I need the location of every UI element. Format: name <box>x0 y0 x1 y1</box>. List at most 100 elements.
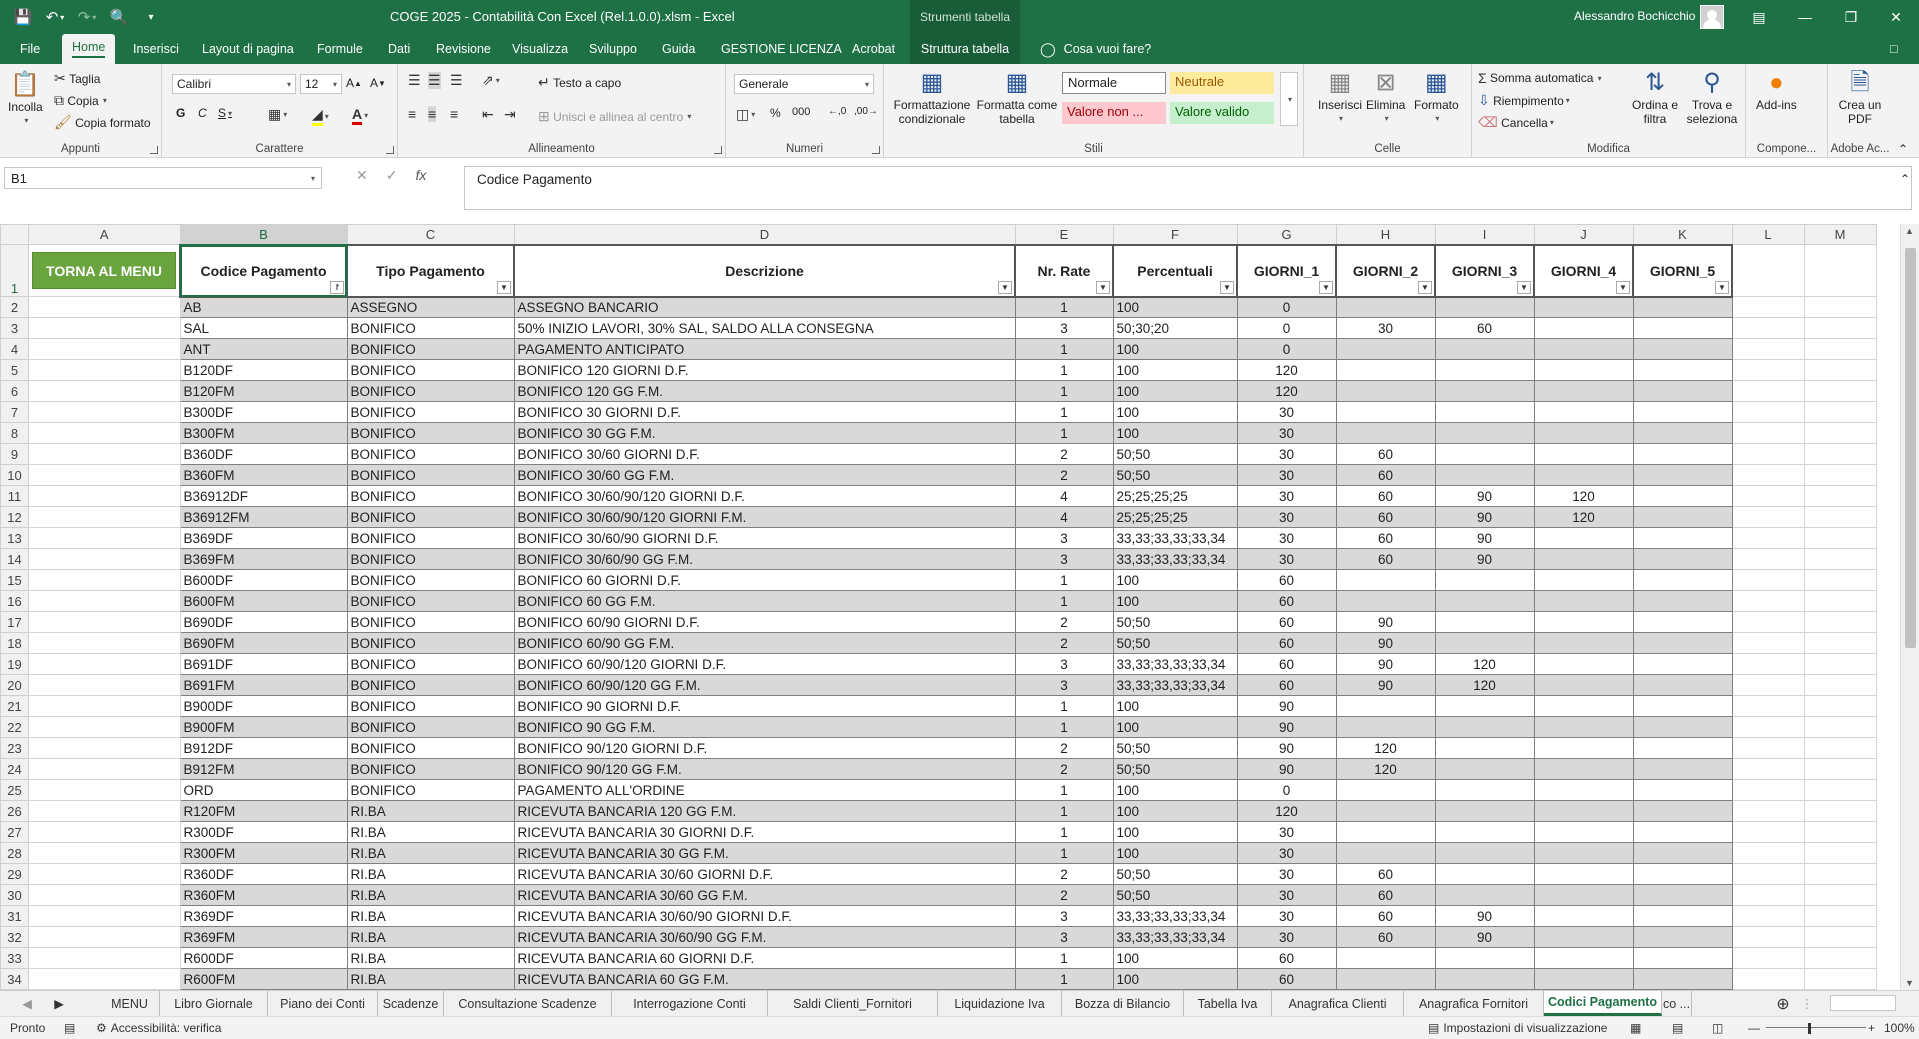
empty-cell[interactable] <box>28 737 181 759</box>
empty-cell[interactable] <box>1731 842 1805 864</box>
insert-cells-button[interactable]: ▦ Inserisci ▾ <box>1318 68 1362 126</box>
table-cell[interactable]: B120FM <box>179 380 348 402</box>
empty-cell[interactable] <box>1803 317 1877 339</box>
table-cell[interactable] <box>1533 464 1634 486</box>
table-cell[interactable]: 120 <box>1335 758 1436 780</box>
table-cell[interactable]: 1 <box>1014 821 1114 843</box>
tab-revisione[interactable]: Revisione <box>426 34 501 64</box>
table-cell[interactable]: 3 <box>1014 317 1114 339</box>
row-header[interactable]: 2 <box>0 296 29 318</box>
table-cell[interactable] <box>1533 758 1634 780</box>
table-cell[interactable] <box>1632 527 1733 549</box>
filter-dropdown-icon[interactable]: ▼ <box>1517 280 1531 294</box>
table-cell[interactable]: AB <box>179 296 348 318</box>
sheet-tab[interactable]: co ... <box>1662 991 1692 1016</box>
table-cell[interactable] <box>1335 422 1436 444</box>
row-header[interactable]: 24 <box>0 758 29 780</box>
table-cell[interactable]: 30 <box>1236 926 1337 948</box>
table-cell[interactable] <box>1434 947 1535 969</box>
table-cell[interactable]: B300FM <box>179 422 348 444</box>
table-cell[interactable] <box>1434 863 1535 885</box>
empty-cell[interactable] <box>1731 422 1805 444</box>
table-cell[interactable]: BONIFICO <box>346 569 515 591</box>
row-header[interactable]: 19 <box>0 653 29 675</box>
empty-cell[interactable] <box>28 443 181 465</box>
column-header[interactable]: F <box>1112 224 1238 245</box>
table-cell[interactable] <box>1632 380 1733 402</box>
table-cell[interactable] <box>1434 422 1535 444</box>
table-cell[interactable]: 30 <box>1236 443 1337 465</box>
table-cell[interactable] <box>1434 800 1535 822</box>
table-cell[interactable] <box>1335 695 1436 717</box>
row-header[interactable]: 29 <box>0 863 29 885</box>
table-cell[interactable]: 1 <box>1014 842 1114 864</box>
table-cell[interactable] <box>1632 569 1733 591</box>
page-break-icon[interactable]: ◫ <box>1712 1021 1723 1035</box>
table-cell[interactable]: 50;50 <box>1112 464 1238 486</box>
row-header[interactable]: 15 <box>0 569 29 591</box>
column-header[interactable]: H <box>1335 224 1436 245</box>
table-cell[interactable] <box>1533 296 1634 318</box>
table-cell[interactable]: 1 <box>1014 800 1114 822</box>
table-cell[interactable]: 3 <box>1014 926 1114 948</box>
column-title-cell[interactable]: Tipo Pagamento ▼ <box>346 243 515 298</box>
table-cell[interactable]: BONIFICO <box>346 695 515 717</box>
empty-cell[interactable] <box>28 359 181 381</box>
table-cell[interactable]: R360DF <box>179 863 348 885</box>
shrink-font-button[interactable]: A ▼ <box>370 76 386 90</box>
table-cell[interactable] <box>1533 443 1634 465</box>
sheet-tab[interactable]: Tabella Iva <box>1184 991 1272 1016</box>
column-title-cell[interactable]: Nr. Rate ▼ <box>1014 243 1114 298</box>
table-cell[interactable] <box>1632 296 1733 318</box>
fill-button[interactable]: ⇩ Riempimento ▾ <box>1478 92 1570 109</box>
table-cell[interactable] <box>1533 548 1634 570</box>
table-cell[interactable] <box>1434 401 1535 423</box>
table-cell[interactable] <box>1434 632 1535 654</box>
table-cell[interactable]: 2 <box>1014 737 1114 759</box>
empty-cell[interactable] <box>28 296 181 318</box>
table-cell[interactable]: 30 <box>1236 422 1337 444</box>
table-cell[interactable]: BONIFICO <box>346 716 515 738</box>
table-cell[interactable]: 33,33;33,33;33,34 <box>1112 653 1238 675</box>
empty-cell[interactable] <box>1803 338 1877 360</box>
empty-cell[interactable] <box>1731 737 1805 759</box>
empty-cell[interactable] <box>28 464 181 486</box>
row-header[interactable]: 18 <box>0 632 29 654</box>
conditional-format-button[interactable]: ▦ Formattazione condizionale <box>892 68 972 127</box>
close-icon[interactable]: ✕ <box>1873 0 1919 34</box>
table-cell[interactable]: 90 <box>1335 611 1436 633</box>
zoom-out-icon[interactable]: — <box>1748 1021 1760 1035</box>
table-cell[interactable]: BONIFICO 60/90/120 GG F.M. <box>513 674 1016 696</box>
empty-cell[interactable] <box>1731 338 1805 360</box>
table-cell[interactable]: 60 <box>1335 926 1436 948</box>
empty-cell[interactable] <box>28 485 181 507</box>
avatar[interactable] <box>1700 5 1724 29</box>
empty-cell[interactable] <box>1731 590 1805 612</box>
table-cell[interactable]: 50;50 <box>1112 863 1238 885</box>
empty-cell[interactable] <box>1731 380 1805 402</box>
table-cell[interactable]: R369FM <box>179 926 348 948</box>
table-cell[interactable] <box>1533 422 1634 444</box>
table-cell[interactable] <box>1533 821 1634 843</box>
table-cell[interactable]: 1 <box>1014 422 1114 444</box>
row-header[interactable]: 20 <box>0 674 29 696</box>
normal-view-icon[interactable]: ▦ <box>1630 1021 1641 1035</box>
table-cell[interactable]: 50;50 <box>1112 758 1238 780</box>
table-cell[interactable] <box>1632 506 1733 528</box>
minimize-icon[interactable]: — <box>1782 0 1828 34</box>
table-cell[interactable]: SAL <box>179 317 348 339</box>
column-title-cell[interactable]: GIORNI_4 ▼ <box>1533 243 1634 298</box>
table-cell[interactable]: 50;50 <box>1112 737 1238 759</box>
table-cell[interactable]: RICEVUTA BANCARIA 60 GIORNI D.F. <box>513 947 1016 969</box>
table-cell[interactable]: BONIFICO <box>346 632 515 654</box>
table-cell[interactable]: 90 <box>1236 716 1337 738</box>
table-cell[interactable]: 90 <box>1434 506 1535 528</box>
empty-cell[interactable] <box>1803 632 1877 654</box>
tab-guida[interactable]: Guida <box>652 34 705 64</box>
carattere-launcher-icon[interactable] <box>386 146 394 154</box>
autosum-button[interactable]: Σ Somma automatica ▾ <box>1478 70 1602 86</box>
expand-formula-icon[interactable]: ⌃ <box>1900 172 1910 186</box>
table-cell[interactable]: BONIFICO 120 GG F.M. <box>513 380 1016 402</box>
table-cell[interactable] <box>1533 695 1634 717</box>
tab-file[interactable]: File <box>10 34 50 64</box>
